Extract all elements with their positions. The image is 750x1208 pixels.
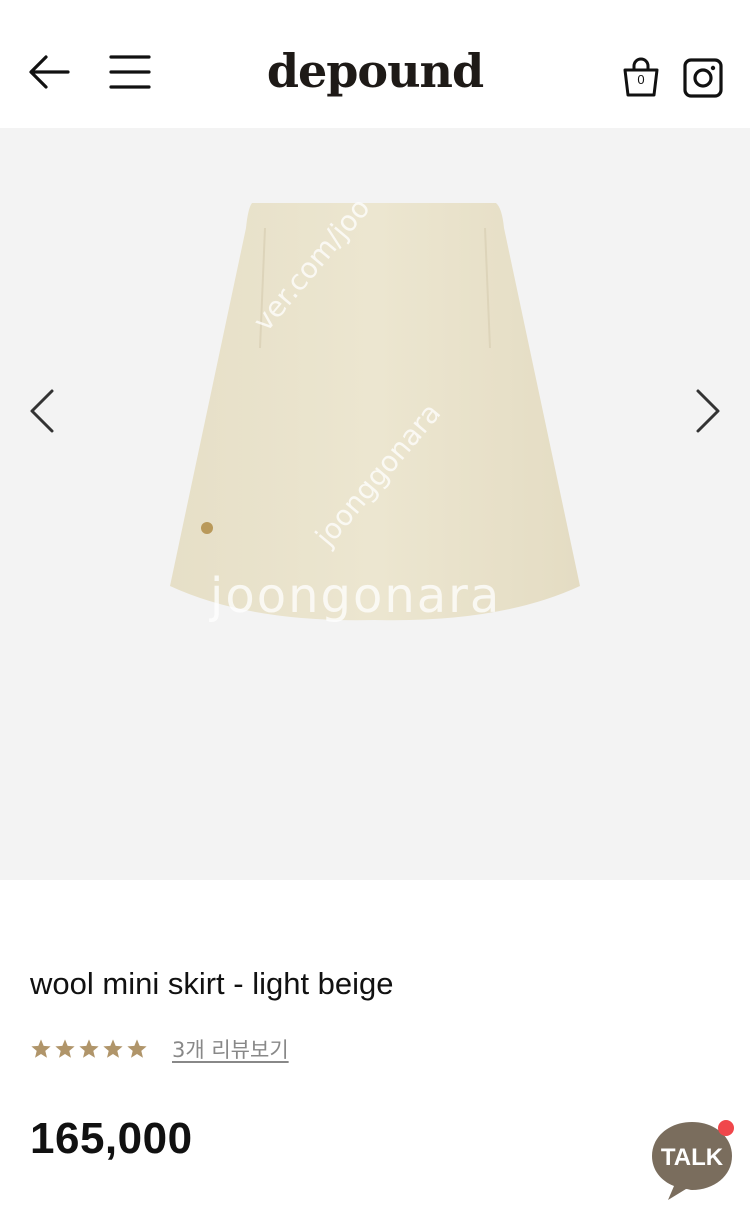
kakao-talk-label: TALK — [661, 1144, 724, 1171]
top-header: depound 0 — [0, 0, 750, 128]
product-title: wool mini skirt - light beige — [30, 966, 394, 1001]
cart-button[interactable]: 0 — [620, 56, 662, 98]
chevron-left-icon[interactable] — [22, 381, 62, 441]
chevron-right-icon[interactable] — [688, 381, 728, 441]
star-rating — [30, 1038, 148, 1060]
star-icon — [127, 1039, 147, 1058]
cart-count: 0 — [637, 72, 645, 87]
star-icon — [79, 1039, 99, 1058]
hamburger-menu-icon[interactable] — [108, 52, 152, 92]
product-image-skirt — [170, 203, 580, 621]
product-price: 165,000 — [30, 1114, 193, 1163]
instagram-icon[interactable] — [682, 58, 724, 98]
star-icon — [55, 1039, 75, 1058]
star-icon — [31, 1039, 51, 1058]
notification-dot — [718, 1120, 734, 1136]
view-reviews-link[interactable]: 3개 리뷰보기 — [172, 1034, 289, 1064]
rating-row: 3개 리뷰보기 — [30, 1034, 289, 1064]
star-icon — [103, 1039, 123, 1058]
kakao-talk-button[interactable]: TALK — [648, 1116, 740, 1204]
product-image-gallery[interactable]: ver.com/joo joonggonara joongonara — [0, 128, 750, 880]
brand-logo[interactable]: depound — [230, 44, 520, 98]
back-arrow-icon[interactable] — [26, 50, 72, 94]
